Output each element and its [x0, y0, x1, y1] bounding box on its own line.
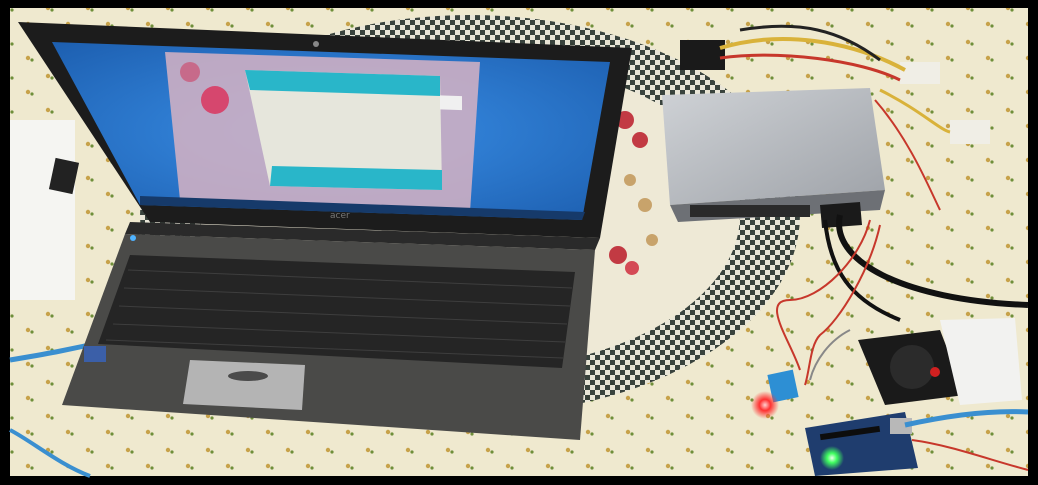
- fan-hub-red: [930, 367, 940, 377]
- psu-fan-grille: [690, 205, 810, 217]
- power-led: [130, 235, 136, 241]
- laptop-brand-logo: acer: [330, 211, 350, 221]
- green-led-glow: [820, 446, 844, 470]
- photo-scene: acer: [0, 0, 1038, 485]
- intel-sticker: [84, 346, 106, 362]
- webcam: [313, 41, 319, 47]
- power-supply: [662, 88, 885, 228]
- paper-sheet: [10, 120, 75, 300]
- red-led-glow: [751, 391, 779, 419]
- touchpad-smudge: [228, 371, 268, 381]
- wallpaper-flower: [201, 86, 229, 114]
- app-window-status: [270, 166, 442, 190]
- touchpad: [183, 360, 305, 410]
